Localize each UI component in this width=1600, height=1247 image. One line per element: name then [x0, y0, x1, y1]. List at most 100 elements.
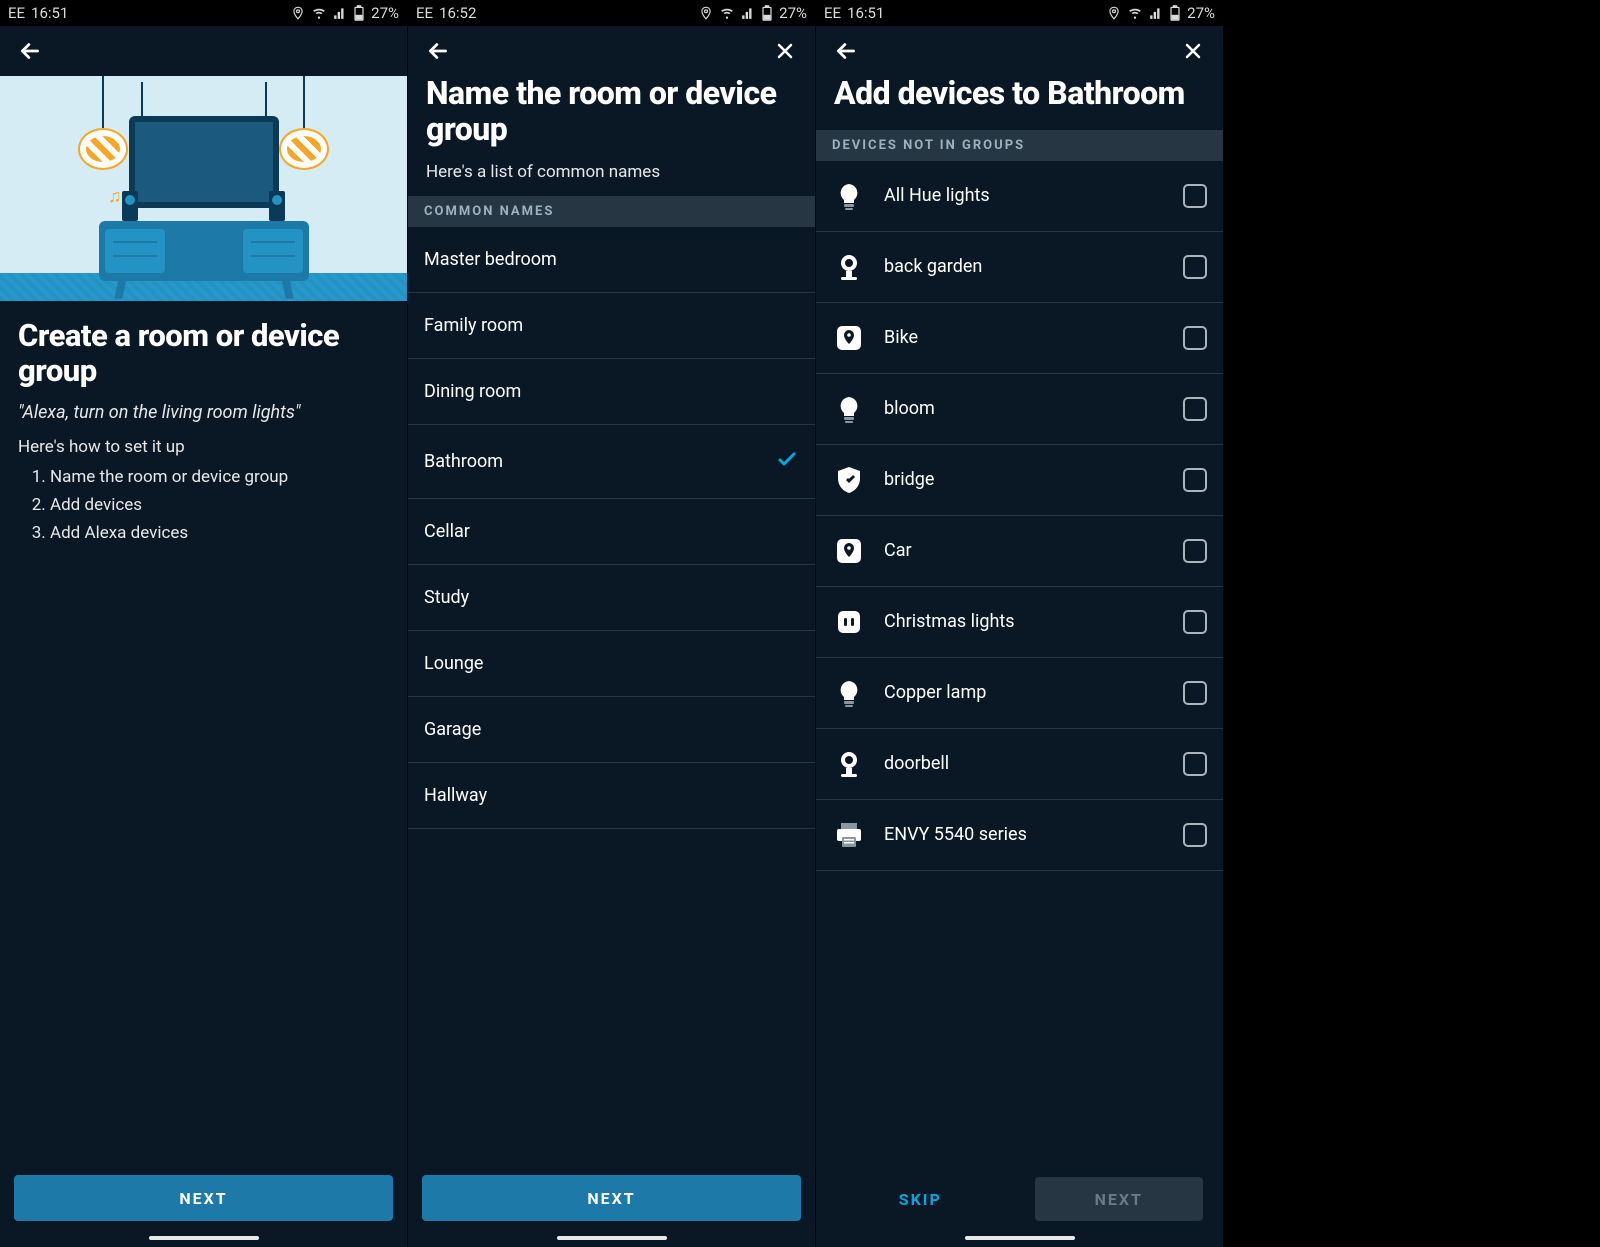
- tile-icon: [832, 321, 866, 355]
- back-button[interactable]: [422, 35, 454, 67]
- clock: 16:51: [847, 4, 884, 22]
- device-row[interactable]: bloom: [816, 374, 1223, 445]
- page-title: Create a room or device group: [18, 319, 389, 388]
- step-item: Add Alexa devices: [50, 523, 389, 543]
- next-button[interactable]: NEXT: [14, 1175, 393, 1221]
- device-checkbox[interactable]: [1183, 326, 1207, 350]
- room-name-option[interactable]: Garage: [408, 697, 815, 763]
- room-name-label: Master bedroom: [424, 249, 557, 270]
- hero-illustration: ♫♪: [0, 76, 407, 301]
- battery-percent: 27%: [779, 4, 807, 22]
- section-header-common-names: COMMON NAMES: [408, 196, 815, 227]
- room-name-label: Dining room: [424, 381, 521, 402]
- room-name-label: Family room: [424, 315, 523, 336]
- room-name-label: Study: [424, 587, 469, 608]
- battery-icon: [1169, 5, 1181, 21]
- bulb-icon: [832, 676, 866, 710]
- device-label: Car: [884, 540, 1165, 561]
- tile-icon: [832, 534, 866, 568]
- device-row[interactable]: Copper lamp: [816, 658, 1223, 729]
- device-checkbox[interactable]: [1183, 539, 1207, 563]
- close-button[interactable]: [769, 35, 801, 67]
- signal-icon: [741, 6, 755, 20]
- page-title: Name the room or device group: [426, 76, 797, 148]
- skip-button[interactable]: SKIP: [836, 1177, 1005, 1221]
- camera-icon: [832, 250, 866, 284]
- next-button[interactable]: NEXT: [1035, 1177, 1204, 1221]
- device-label: Copper lamp: [884, 682, 1165, 703]
- shield-icon: [832, 463, 866, 497]
- room-name-label: Garage: [424, 719, 481, 740]
- status-bar: EE 16:51 27%: [0, 0, 407, 26]
- wifi-icon: [719, 6, 735, 20]
- device-checkbox[interactable]: [1183, 184, 1207, 208]
- room-name-option[interactable]: Hallway: [408, 763, 815, 829]
- device-row[interactable]: doorbell: [816, 729, 1223, 800]
- signal-icon: [1149, 6, 1163, 20]
- device-label: back garden: [884, 256, 1165, 277]
- device-checkbox[interactable]: [1183, 752, 1207, 776]
- device-checkbox[interactable]: [1183, 255, 1207, 279]
- section-header-devices: DEVICES NOT IN GROUPS: [816, 130, 1223, 161]
- room-name-option[interactable]: Family room: [408, 293, 815, 359]
- plug-icon: [832, 605, 866, 639]
- step-item: Add devices: [50, 495, 389, 515]
- device-checkbox[interactable]: [1183, 823, 1207, 847]
- howto-label: Here's how to set it up: [18, 437, 389, 457]
- back-button[interactable]: [830, 35, 862, 67]
- device-label: bridge: [884, 469, 1165, 490]
- camera-icon: [832, 747, 866, 781]
- bulb-icon: [832, 392, 866, 426]
- device-row[interactable]: Car: [816, 516, 1223, 587]
- wifi-icon: [311, 6, 327, 20]
- device-checkbox[interactable]: [1183, 397, 1207, 421]
- device-row[interactable]: bridge: [816, 445, 1223, 516]
- screen-create-group: EE 16:51 27%: [0, 0, 408, 1247]
- device-row[interactable]: Christmas lights: [816, 587, 1223, 658]
- device-checkbox[interactable]: [1183, 681, 1207, 705]
- page-subtitle: Here's a list of common names: [426, 162, 797, 182]
- device-checkbox[interactable]: [1183, 468, 1207, 492]
- system-nav[interactable]: [408, 1229, 815, 1247]
- device-label: doorbell: [884, 753, 1165, 774]
- wifi-icon: [1127, 6, 1143, 20]
- room-name-label: Hallway: [424, 785, 487, 806]
- device-checkbox[interactable]: [1183, 610, 1207, 634]
- device-row[interactable]: ENVY 5540 series: [816, 800, 1223, 871]
- battery-icon: [761, 5, 773, 21]
- device-label: All Hue lights: [884, 185, 1165, 206]
- system-nav[interactable]: [816, 1229, 1223, 1247]
- appbar: [0, 26, 407, 76]
- status-bar: EE 16:52 27%: [408, 0, 815, 26]
- room-name-option[interactable]: Lounge: [408, 631, 815, 697]
- appbar: [816, 26, 1223, 76]
- page-title: Add devices to Bathroom: [834, 76, 1205, 112]
- screen-name-group: EE 16:52 27% Name the room or device gro…: [408, 0, 816, 1247]
- carrier-label: EE: [824, 4, 841, 22]
- device-label: Christmas lights: [884, 611, 1165, 632]
- signal-icon: [333, 6, 347, 20]
- room-name-option[interactable]: Study: [408, 565, 815, 631]
- room-name-option[interactable]: Dining room: [408, 359, 815, 425]
- carrier-label: EE: [8, 4, 25, 22]
- battery-percent: 27%: [371, 4, 399, 22]
- close-button[interactable]: [1177, 35, 1209, 67]
- device-label: bloom: [884, 398, 1165, 419]
- device-row[interactable]: back garden: [816, 232, 1223, 303]
- checkmark-icon: [775, 447, 799, 476]
- back-button[interactable]: [14, 35, 46, 67]
- printer-icon: [832, 818, 866, 852]
- room-name-option[interactable]: Master bedroom: [408, 227, 815, 293]
- device-label: ENVY 5540 series: [884, 824, 1165, 845]
- location-icon: [699, 6, 713, 20]
- room-name-label: Lounge: [424, 653, 483, 674]
- system-nav[interactable]: [0, 1229, 407, 1247]
- room-name-option[interactable]: Bathroom: [408, 425, 815, 499]
- clock: 16:52: [439, 4, 476, 22]
- device-row[interactable]: Bike: [816, 303, 1223, 374]
- next-button[interactable]: NEXT: [422, 1175, 801, 1221]
- room-name-option[interactable]: Cellar: [408, 499, 815, 565]
- device-row[interactable]: All Hue lights: [816, 161, 1223, 232]
- carrier-label: EE: [416, 4, 433, 22]
- battery-icon: [353, 5, 365, 21]
